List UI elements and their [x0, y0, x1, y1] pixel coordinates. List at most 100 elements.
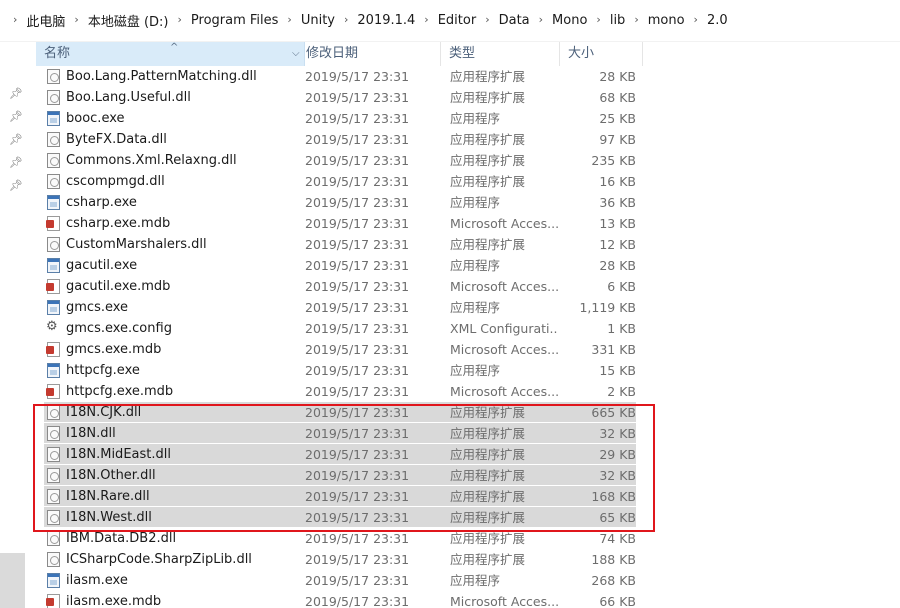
- file-size: 25 KB: [599, 111, 636, 126]
- file-name: ICSharpCode.SharpZipLib.dll: [66, 552, 252, 567]
- file-row[interactable]: booc.exe 2019/5/17 23:31 应用程序 25 KB: [28, 108, 900, 129]
- file-date: 2019/5/17 23:31: [305, 531, 410, 546]
- pin-icon[interactable]: 📌︎: [9, 180, 23, 192]
- chevron-right-icon[interactable]: ›: [287, 13, 291, 26]
- file-row[interactable]: httpcfg.exe.mdb 2019/5/17 23:31 Microsoft …: [28, 381, 900, 402]
- file-type: 应用程序扩展: [450, 510, 526, 525]
- chevron-right-icon[interactable]: ›: [74, 13, 78, 26]
- column-header-name[interactable]: 名称 ^ ⌵: [36, 42, 305, 66]
- navigation-pane-scrollbar[interactable]: [0, 553, 25, 608]
- breadcrumb-item[interactable]: 2.0: [705, 11, 730, 30]
- file-row[interactable]: ilasm.exe.mdb 2019/5/17 23:31 Microsoft Ac…: [28, 591, 900, 608]
- file-type: Microsoft Acces...: [450, 594, 558, 608]
- file-row[interactable]: gacutil.exe.mdb 2019/5/17 23:31 Microsoft …: [28, 276, 900, 297]
- file-row[interactable]: I18N.CJK.dll 2019/5/17 23:31 应用程序扩展 665 KB: [28, 402, 900, 423]
- chevron-right-icon[interactable]: ›: [485, 13, 489, 26]
- file-name: cscompmgd.dll: [66, 174, 165, 189]
- file-row[interactable]: gacutil.exe 2019/5/17 23:31 应用程序 28 KB: [28, 255, 900, 276]
- file-row[interactable]: I18N.dll 2019/5/17 23:31 应用程序扩展 32 KB: [28, 423, 900, 444]
- file-type: 应用程序扩展: [450, 489, 526, 504]
- column-header-type[interactable]: 类型: [441, 42, 560, 66]
- file-row[interactable]: httpcfg.exe 2019/5/17 23:31 应用程序 15 KB: [28, 360, 900, 381]
- breadcrumb-item[interactable]: 2019.1.4: [355, 11, 417, 30]
- file-name: httpcfg.exe: [66, 363, 140, 378]
- file-row[interactable]: gmcs.exe.mdb 2019/5/17 23:31 Microsoft Acc…: [28, 339, 900, 360]
- breadcrumb-item[interactable]: 本地磁盘 (D:): [86, 9, 171, 32]
- file-size: 331 KB: [591, 342, 636, 357]
- chevron-right-icon[interactable]: ›: [178, 13, 182, 26]
- file-row[interactable]: csharp.exe 2019/5/17 23:31 应用程序 36 KB: [28, 192, 900, 213]
- file-date: 2019/5/17 23:31: [305, 69, 410, 84]
- exe-file-icon: [47, 363, 60, 378]
- dll-file-icon: [47, 468, 60, 483]
- chevron-right-icon[interactable]: ›: [13, 13, 17, 26]
- file-row[interactable]: Commons.Xml.Relaxng.dll 2019/5/17 23:31 应用…: [28, 150, 900, 171]
- file-date: 2019/5/17 23:31: [305, 258, 410, 273]
- column-size-label: 大小: [568, 46, 595, 61]
- file-name: I18N.West.dll: [66, 510, 152, 525]
- file-date: 2019/5/17 23:31: [305, 300, 410, 315]
- breadcrumb-item[interactable]: lib: [608, 11, 627, 30]
- file-row[interactable]: ICSharpCode.SharpZipLib.dll 2019/5/17 23:…: [28, 549, 900, 570]
- breadcrumb-item[interactable]: Mono: [550, 11, 589, 30]
- file-row[interactable]: IBM.Data.DB2.dll 2019/5/17 23:31 应用程序扩展 74 …: [28, 528, 900, 549]
- chevron-right-icon[interactable]: ›: [344, 13, 348, 26]
- column-type-label: 类型: [449, 46, 476, 61]
- chevron-right-icon[interactable]: ›: [694, 13, 698, 26]
- breadcrumb-item[interactable]: Program Files: [189, 11, 281, 30]
- file-type: 应用程序: [450, 195, 501, 210]
- file-type: 应用程序: [450, 258, 501, 273]
- file-type: 应用程序扩展: [450, 237, 526, 252]
- file-row[interactable]: I18N.West.dll 2019/5/17 23:31 应用程序扩展 65 KB: [28, 507, 900, 528]
- file-row[interactable]: I18N.MidEast.dll 2019/5/17 23:31 应用程序扩展 29 …: [28, 444, 900, 465]
- dll-file-icon: [47, 132, 60, 147]
- file-size: 235 KB: [591, 153, 636, 168]
- file-type: XML Configurati...: [450, 321, 558, 336]
- file-name: Boo.Lang.PatternMatching.dll: [66, 69, 257, 84]
- file-date: 2019/5/17 23:31: [305, 153, 410, 168]
- file-type: Microsoft Acces...: [450, 384, 558, 399]
- file-date: 2019/5/17 23:31: [305, 447, 410, 462]
- chevron-right-icon[interactable]: ›: [424, 13, 428, 26]
- column-header-size[interactable]: 大小: [560, 42, 643, 66]
- file-row[interactable]: Boo.Lang.PatternMatching.dll 2019/5/17 23…: [28, 66, 900, 87]
- pin-icon[interactable]: 📌︎: [9, 111, 23, 123]
- pin-icon[interactable]: 📌︎: [9, 134, 23, 146]
- chevron-right-icon[interactable]: ›: [634, 13, 638, 26]
- file-row[interactable]: I18N.Rare.dll 2019/5/17 23:31 应用程序扩展 168 KB: [28, 486, 900, 507]
- chevron-right-icon[interactable]: ›: [596, 13, 600, 26]
- pin-icon[interactable]: 📌︎: [9, 88, 23, 100]
- file-row[interactable]: ilasm.exe 2019/5/17 23:31 应用程序 268 KB: [28, 570, 900, 591]
- column-header-date[interactable]: 修改日期: [298, 42, 441, 66]
- file-date: 2019/5/17 23:31: [305, 90, 410, 105]
- file-row[interactable]: Boo.Lang.Useful.dll 2019/5/17 23:31 应用程序扩展…: [28, 87, 900, 108]
- file-row[interactable]: gmcs.exe 2019/5/17 23:31 应用程序 1,119 KB: [28, 297, 900, 318]
- dll-file-icon: [47, 153, 60, 168]
- file-name: I18N.Other.dll: [66, 468, 156, 483]
- breadcrumb-item[interactable]: Data: [497, 11, 532, 30]
- file-row[interactable]: CustomMarshalers.dll 2019/5/17 23:31 应用程序扩…: [28, 234, 900, 255]
- pin-icon[interactable]: 📌︎: [9, 157, 23, 169]
- dll-file-icon: [47, 447, 60, 462]
- file-name: I18N.CJK.dll: [66, 405, 142, 420]
- breadcrumb-item[interactable]: mono: [646, 11, 687, 30]
- column-name-label: 名称: [44, 46, 71, 61]
- file-name: booc.exe: [66, 111, 125, 126]
- file-date: 2019/5/17 23:31: [305, 573, 410, 588]
- file-type: 应用程序扩展: [450, 468, 526, 483]
- breadcrumb-item[interactable]: Unity: [299, 11, 337, 30]
- file-type: Microsoft Acces...: [450, 216, 558, 231]
- breadcrumb-item[interactable]: Editor: [436, 11, 478, 30]
- file-row[interactable]: gmcs.exe.config 2019/5/17 23:31 XML Config…: [28, 318, 900, 339]
- dll-file-icon: [47, 69, 60, 84]
- chevron-right-icon[interactable]: ›: [539, 13, 543, 26]
- file-row[interactable]: csharp.exe.mdb 2019/5/17 23:31 Microsoft A…: [28, 213, 900, 234]
- file-row[interactable]: ByteFX.Data.dll 2019/5/17 23:31 应用程序扩展 97 K…: [28, 129, 900, 150]
- file-row[interactable]: cscompmgd.dll 2019/5/17 23:31 应用程序扩展 16 KB: [28, 171, 900, 192]
- navigation-pane[interactable]: 📌︎ 📌︎ 📌︎ 📌︎ 📌︎: [0, 42, 28, 608]
- exe-file-icon: [47, 195, 60, 210]
- file-row[interactable]: I18N.Other.dll 2019/5/17 23:31 应用程序扩展 32 KB: [28, 465, 900, 486]
- breadcrumb-item[interactable]: 此电脑: [24, 9, 67, 32]
- file-type: 应用程序扩展: [450, 426, 526, 441]
- file-date: 2019/5/17 23:31: [305, 174, 410, 189]
